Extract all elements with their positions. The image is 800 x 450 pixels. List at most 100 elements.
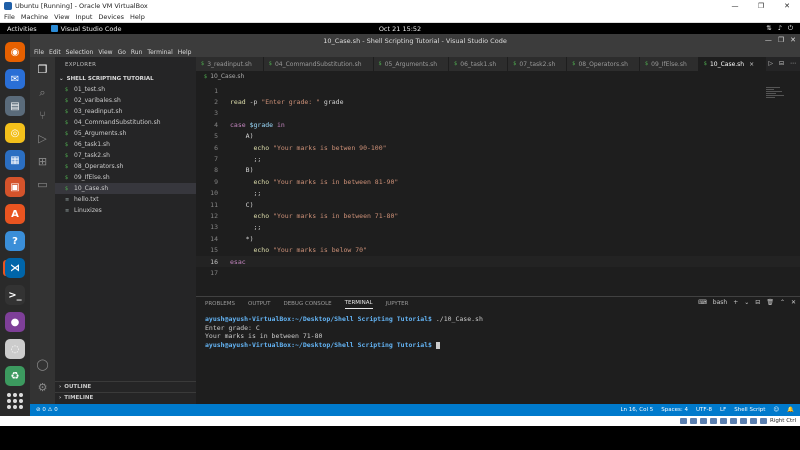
vbox-menu-view[interactable]: View [54, 13, 69, 21]
minimize-button[interactable]: — [722, 2, 748, 10]
panel-tab-problems[interactable]: PROBLEMS [205, 299, 235, 309]
menu-go[interactable]: Go [118, 49, 126, 56]
panel-tab-jupyter[interactable]: JUPYTER [386, 299, 409, 309]
editor-tab[interactable]: $04_CommandSubstitution.sh [263, 57, 374, 71]
terminal-dropdown-icon[interactable]: ⌄ [744, 299, 749, 306]
editor-tab[interactable]: $10_Case.sh × [698, 57, 767, 71]
vbox-menu-help[interactable]: Help [130, 13, 145, 21]
more-actions-icon[interactable]: ⋯ [790, 60, 796, 67]
file-tree-item[interactable]: $01_test.sh [55, 84, 196, 95]
settings-gear-icon[interactable]: ⚙ [36, 381, 49, 394]
libreoffice-impress-icon[interactable]: ▣ [5, 177, 25, 197]
files-icon[interactable]: ▤ [5, 96, 25, 116]
menu-edit[interactable]: Edit [49, 49, 61, 56]
menu-selection[interactable]: Selection [66, 49, 94, 56]
vbox-menu-input[interactable]: Input [76, 13, 93, 21]
file-tree-item[interactable]: $03_readinput.sh [55, 106, 196, 117]
editor-tab[interactable]: $07_task2.sh [508, 57, 568, 71]
encoding-status[interactable]: UTF-8 [696, 407, 712, 413]
editor-tab[interactable]: $06_task1.sh [449, 57, 509, 71]
file-tree-item[interactable]: ≡ Linuxizes [55, 205, 196, 216]
split-editor-icon[interactable]: ⊟ [779, 60, 784, 67]
system-status-area[interactable]: ⇅ ♪ ⏻ [766, 24, 793, 33]
vscode-close-button[interactable]: ✕ [790, 36, 796, 44]
explorer-icon[interactable]: ❐ [36, 63, 49, 76]
file-tree-item[interactable]: ≡ hello.txt [55, 194, 196, 205]
mouse-integration-icon[interactable] [759, 418, 767, 424]
vbox-menu-file[interactable]: File [4, 13, 15, 21]
network-adapter-icon[interactable] [709, 418, 717, 424]
editor-tab[interactable]: $3_readinput.sh [196, 57, 264, 71]
libreoffice-writer-icon[interactable]: ▦ [5, 150, 25, 170]
purple-app-icon[interactable]: ● [5, 312, 25, 332]
audio-icon[interactable] [699, 418, 707, 424]
eol-status[interactable]: LF [720, 407, 726, 413]
vscode-minimize-button[interactable]: — [765, 36, 772, 44]
remote-explorer-icon[interactable]: ▭ [36, 178, 49, 191]
hdd-icon[interactable] [679, 418, 687, 424]
terminal-icon[interactable]: >_ [5, 285, 25, 305]
menu-help[interactable]: Help [178, 49, 192, 56]
trash-icon[interactable]: ♻ [5, 366, 25, 386]
show-applications-icon[interactable] [7, 393, 23, 409]
minimap[interactable] [766, 87, 786, 101]
source-control-icon[interactable]: ⑂ [36, 109, 49, 122]
firefox-icon[interactable]: ◉ [5, 42, 25, 62]
run-icon[interactable]: ▷ [768, 60, 773, 67]
editor-tab[interactable]: $09_IfElse.sh [639, 57, 699, 71]
panel-tab-output[interactable]: OUTPUT [248, 299, 270, 309]
language-mode-status[interactable]: Shell Script [734, 407, 765, 413]
rhythmbox-icon[interactable]: ◎ [5, 123, 25, 143]
shared-folders-icon[interactable] [729, 418, 737, 424]
panel-tab-debug-console[interactable]: DEBUG CONSOLE [283, 299, 331, 309]
vbox-menu-machine[interactable]: Machine [21, 13, 48, 21]
search-icon[interactable]: ⌕ [36, 86, 49, 99]
code-editor[interactable]: 1 2 read -p "Enter grade: " grade 3 4 case $g… [196, 85, 800, 279]
optical-drive-icon[interactable] [689, 418, 697, 424]
account-icon[interactable]: ◯ [36, 358, 49, 371]
close-button[interactable]: ✕ [774, 2, 800, 10]
terminal-shell-label[interactable]: bash [713, 299, 727, 306]
maximize-button[interactable]: ❐ [748, 2, 774, 10]
outline-section[interactable]: › OUTLINE [55, 381, 196, 392]
recording-icon[interactable] [749, 418, 757, 424]
file-tree-item[interactable]: $06_task1.sh [55, 139, 196, 150]
editor-tab[interactable]: $08_Operators.sh [567, 57, 640, 71]
menu-run[interactable]: Run [131, 49, 143, 56]
editor-tab[interactable]: $05_Arguments.sh [373, 57, 450, 71]
terminal-output[interactable]: ayush@ayush-VirtualBox:~/Desktop/Shell S… [196, 310, 800, 350]
timeline-section[interactable]: › TIMELINE [55, 392, 196, 403]
close-panel-icon[interactable]: ✕ [791, 299, 796, 306]
close-tab-icon[interactable]: × [749, 61, 754, 68]
panel-tab-terminal[interactable]: TERMINAL [344, 298, 373, 309]
new-terminal-icon[interactable]: + [733, 299, 738, 306]
vbox-menu-devices[interactable]: Devices [98, 13, 124, 21]
app-center-icon[interactable]: A [5, 204, 25, 224]
feedback-icon[interactable]: ☺ [773, 407, 779, 413]
usb-icon[interactable] [719, 418, 727, 424]
cursor-position-status[interactable]: Ln 16, Col 5 [620, 407, 653, 413]
file-tree-item[interactable]: $08_Operators.sh [55, 161, 196, 172]
maximize-panel-icon[interactable]: ⌃ [780, 299, 785, 306]
display-icon[interactable] [739, 418, 747, 424]
split-terminal-icon[interactable]: ⊟ [755, 299, 760, 306]
file-tree-item[interactable]: $05_Arguments.sh [55, 128, 196, 139]
thunderbird-icon[interactable]: ✉ [5, 69, 25, 89]
help-icon[interactable]: ? [5, 231, 25, 251]
file-tree-item[interactable]: $09_IfElse.sh [55, 172, 196, 183]
indentation-status[interactable]: Spaces: 4 [661, 407, 688, 413]
workspace-folder[interactable]: ⌄ SHELL SCRIPTING TUTORIAL [55, 73, 196, 84]
notifications-icon[interactable]: 🔔 [787, 407, 794, 413]
problems-status[interactable]: ⊘ 0 ⚠ 0 [36, 407, 58, 413]
activities-button[interactable]: Activities [7, 25, 37, 33]
visual-studio-code-icon[interactable]: ⋊ [5, 258, 25, 278]
vscode-maximize-button[interactable]: ❐ [778, 36, 784, 44]
file-tree-item[interactable]: $04_CommandSubstitution.sh [55, 117, 196, 128]
clock[interactable]: Oct 21 15:52 [379, 25, 421, 33]
breadcrumb[interactable]: $ 10_Case.sh [196, 71, 800, 82]
file-tree-item[interactable]: $10_Case.sh [55, 183, 196, 194]
menu-view[interactable]: View [98, 49, 112, 56]
extensions-icon[interactable]: ⊞ [36, 155, 49, 168]
app-menu[interactable]: Visual Studio Code [50, 25, 122, 33]
file-tree-item[interactable]: $07_task2.sh [55, 150, 196, 161]
